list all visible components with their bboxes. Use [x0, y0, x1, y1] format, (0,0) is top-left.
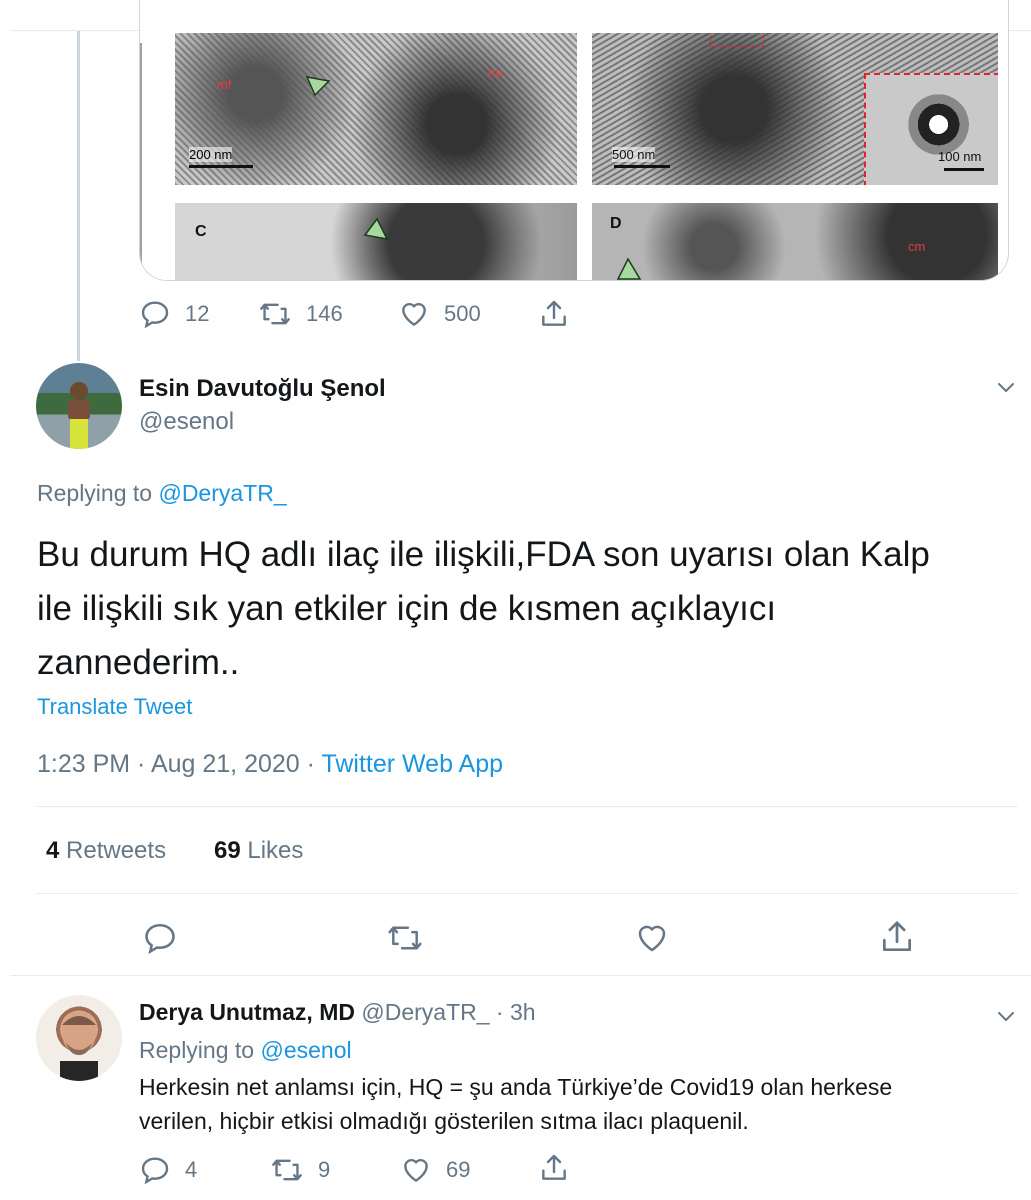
chevron-down-icon[interactable]	[992, 375, 1020, 399]
person-avatar-icon	[60, 1012, 98, 1081]
share-icon[interactable]	[878, 918, 916, 956]
replying-to-prefix: Replying to	[139, 1037, 261, 1063]
reply-header: Derya Unutmaz, MD @DeryaTR_ · 3h	[139, 999, 536, 1026]
author-avatar[interactable]	[36, 363, 122, 449]
reply-author-name[interactable]: Derya Unutmaz, MD	[139, 999, 355, 1025]
panel-d: D cm	[592, 203, 998, 280]
reply-like-action[interactable]: 69	[400, 1154, 470, 1186]
tweet-timestamp-line: 1:23 PM · Aug 21, 2020 · Twitter Web App	[37, 750, 503, 779]
thread-connector-line	[77, 31, 80, 361]
panel-c: C	[175, 203, 577, 280]
panel-a-label-nu: nu	[488, 65, 503, 80]
panel-b-inset-scale-label: 100 nm	[938, 149, 982, 164]
reply-icon[interactable]	[142, 920, 178, 956]
tweet-timestamp[interactable]: 1:23 PM · Aug 21, 2020 ·	[37, 750, 321, 778]
tweet-media-image[interactable]: mf nu 200 nm 100 nm 500 nm C D cm	[139, 0, 1009, 281]
translate-tweet-link[interactable]: Translate Tweet	[37, 694, 192, 720]
panel-d-label-cm: cm	[908, 239, 926, 254]
parent-reply-count: 12	[185, 301, 210, 326]
person-avatar-icon	[68, 382, 90, 449]
heart-icon	[404, 1158, 428, 1182]
parent-reply-action[interactable]: 12	[139, 298, 209, 330]
panel-a-scale-bar	[189, 165, 253, 168]
reply-retweet-action[interactable]: 9	[270, 1154, 330, 1186]
retweets-count: 4	[46, 837, 60, 864]
arrowhead-marker-icon	[363, 217, 389, 241]
reply-text-line: verilen, hiçbir etkisi olmadığı gösteril…	[139, 1108, 749, 1134]
panel-a-scale-label: 200 nm	[189, 147, 233, 162]
panel-a: mf nu 200 nm	[175, 33, 577, 185]
reply-tweet-text: Herkesin net anlamsı için, HQ = şu anda …	[139, 1070, 892, 1138]
heart-icon[interactable]	[634, 920, 670, 956]
tweet-text-line: Bu durum HQ adlı ilaç ile ilişkili,FDA s…	[37, 535, 930, 574]
figure-side-ruler	[140, 43, 152, 280]
reply-reply-action[interactable]: 4	[139, 1154, 197, 1186]
parent-retweet-count: 146	[306, 301, 343, 326]
replying-to-prefix: Replying to	[37, 480, 159, 506]
chevron-down-icon[interactable]	[992, 1004, 1020, 1028]
panel-b-scale-bar	[614, 165, 670, 168]
tweet-text-line: zannederim..	[37, 643, 240, 682]
replying-to-mention[interactable]: @esenol	[260, 1037, 351, 1063]
arrowhead-marker-icon	[305, 76, 331, 97]
parent-share-action[interactable]	[538, 298, 570, 330]
parent-retweet-action[interactable]: 146	[258, 298, 343, 330]
parent-like-action[interactable]: 500	[398, 298, 481, 330]
reply-author-handle[interactable]: @DeryaTR_	[361, 999, 489, 1025]
share-icon	[542, 300, 566, 326]
reply-reply-count: 4	[185, 1157, 198, 1182]
panel-d-label: D	[610, 215, 622, 232]
tweet-text: Bu durum HQ adlı ilaç ile ilişkili,FDA s…	[37, 528, 930, 690]
likes-label: Likes	[240, 837, 304, 864]
author-name[interactable]: Esin Davutoğlu Şenol	[139, 375, 386, 403]
panel-c-label: C	[195, 223, 207, 240]
reply-timestamp[interactable]: · 3h	[490, 999, 536, 1025]
reply-author-avatar[interactable]	[36, 995, 122, 1081]
panel-b-inset: 100 nm	[864, 73, 998, 185]
reply-icon	[141, 301, 169, 329]
reply-like-count: 69	[446, 1157, 471, 1182]
retweets-stat[interactable]: 4 Retweets	[46, 837, 166, 865]
likes-stat[interactable]: 69 Likes	[214, 837, 303, 865]
retweets-label: Retweets	[59, 837, 167, 864]
panel-a-label-mf: mf	[217, 77, 232, 92]
likes-count: 69	[214, 837, 241, 864]
author-handle[interactable]: @esenol	[139, 408, 234, 436]
arrowhead-marker-icon	[616, 257, 642, 280]
reply-icon	[141, 1157, 169, 1185]
parent-like-count: 500	[444, 301, 481, 326]
reply-replying-to-line: Replying to @esenol	[139, 1037, 352, 1064]
tweet-text-line: ile ilişkili sık yan etkiler için de kıs…	[37, 589, 777, 628]
replying-to-line: Replying to @DeryaTR_	[37, 480, 287, 507]
retweet-icon[interactable]	[386, 920, 424, 956]
reply-share-action[interactable]	[538, 1152, 570, 1184]
source-app-link[interactable]: Twitter Web App	[321, 750, 503, 778]
divider	[37, 806, 1018, 807]
panel-b-inset-scale-bar	[944, 168, 984, 171]
divider	[37, 893, 1018, 894]
reply-retweet-count: 9	[318, 1157, 331, 1182]
micrograph-figure: mf nu 200 nm 100 nm 500 nm C D cm	[140, 33, 1008, 280]
retweet-icon	[272, 1159, 302, 1181]
heart-icon	[402, 302, 426, 326]
panel-b: 100 nm 500 nm	[592, 33, 998, 185]
panel-b-scale-label: 500 nm	[612, 147, 656, 162]
divider	[10, 975, 1031, 976]
retweet-icon	[260, 303, 290, 325]
reply-text-line: Herkesin net anlamsı için, HQ = şu anda …	[139, 1074, 893, 1100]
share-icon	[542, 1154, 566, 1180]
panel-b-source-box	[710, 33, 764, 47]
replying-to-mention[interactable]: @DeryaTR_	[158, 480, 286, 506]
